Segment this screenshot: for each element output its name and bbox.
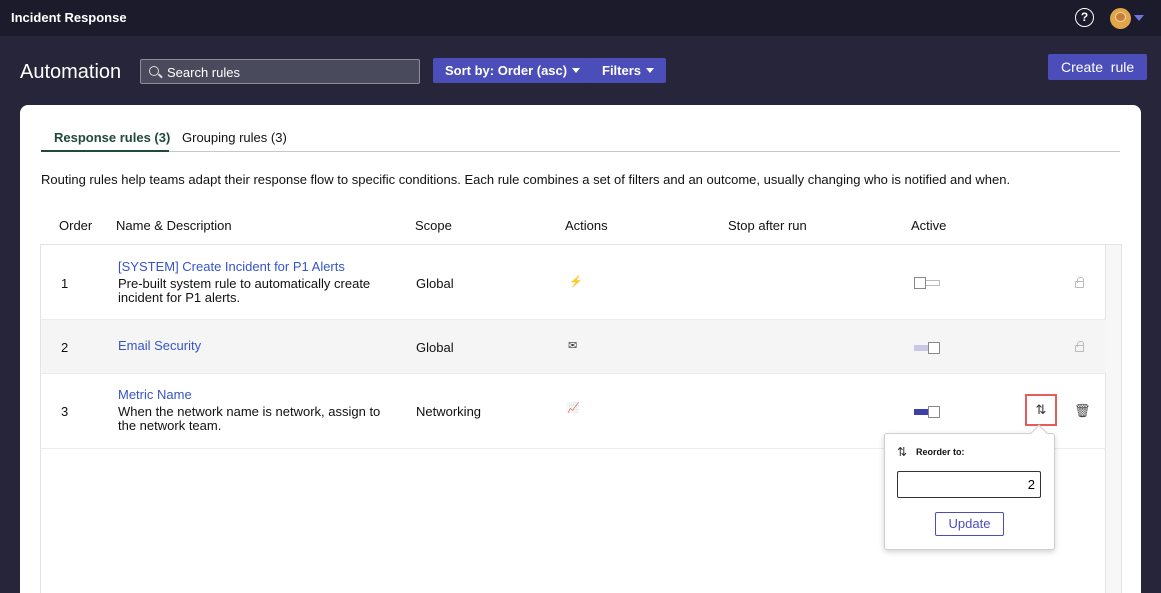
- chevron-down-icon: [572, 68, 581, 73]
- column-header-actions: Actions: [565, 218, 608, 233]
- active-toggle[interactable]: [914, 406, 940, 418]
- avatar-face-icon: [1115, 12, 1126, 22]
- active-toggle[interactable]: [914, 342, 940, 354]
- column-header-stop-after-run: Stop after run: [728, 218, 807, 233]
- page-header: Automation Sort by: Order (asc) Filters …: [0, 36, 1161, 106]
- lock-icon: [1075, 341, 1084, 352]
- rule-description: Pre-built system rule to automatically c…: [118, 276, 371, 305]
- rules-description: Routing rules help teams adapt their res…: [41, 172, 1011, 187]
- rule-order: 2: [61, 340, 69, 355]
- app-title: Incident Response: [11, 10, 127, 25]
- avatar[interactable]: [1110, 8, 1131, 29]
- reorder-icon: ⇅: [1035, 402, 1047, 417]
- active-tab-indicator: [41, 150, 169, 152]
- toggle-knob: [914, 277, 926, 289]
- trash-icon[interactable]: 🗑: [1074, 403, 1091, 419]
- chevron-down-icon: [646, 68, 655, 73]
- table-scrollbar[interactable]: [1105, 245, 1121, 593]
- rule-scope: Networking: [416, 404, 482, 419]
- reorder-popover: ⇅ Reorder to: Update: [884, 424, 1055, 550]
- sort-button-label: Sort by: Order (asc): [445, 63, 568, 78]
- table-row: 1 [SYSTEM] Create Incident for P1 Alerts…: [41, 245, 1106, 320]
- chevron-down-icon[interactable]: [1134, 15, 1144, 21]
- rule-scope: Global: [416, 340, 454, 355]
- rule-description: When the network name is network, assign…: [118, 404, 381, 433]
- search-input[interactable]: [167, 64, 407, 80]
- column-header-scope: Scope: [415, 218, 452, 233]
- search-icon: [149, 66, 159, 76]
- create-rule-button[interactable]: Create rule: [1048, 54, 1148, 80]
- rule-order: 1: [61, 276, 69, 291]
- column-header-active: Active: [911, 218, 947, 233]
- tab-response-rules[interactable]: Response rules (3): [54, 130, 170, 145]
- rule-scope: Global: [416, 276, 454, 291]
- active-toggle[interactable]: [914, 277, 940, 289]
- mail-icon: ✉: [568, 340, 578, 352]
- rule-order: 3: [61, 404, 69, 419]
- page-title: Automation: [20, 61, 122, 83]
- popover-title: Reorder to:: [916, 447, 965, 457]
- update-button[interactable]: Update: [935, 512, 1004, 536]
- search-box[interactable]: [140, 59, 420, 84]
- chart-icon: 📈: [567, 403, 580, 414]
- toggle-knob: [928, 406, 940, 418]
- table-row: 2 Email Security Global ✉: [41, 320, 1106, 374]
- lock-icon: [1075, 277, 1084, 288]
- reorder-icon: ⇅: [897, 445, 908, 459]
- top-bar: Incident Response ?: [0, 0, 1161, 36]
- tab-grouping-rules[interactable]: Grouping rules (3): [182, 130, 287, 145]
- column-header-order: Order: [59, 218, 93, 233]
- filters-button-label: Filters: [602, 63, 642, 78]
- rule-name-link[interactable]: Metric Name: [118, 387, 192, 402]
- reorder-button[interactable]: ⇅: [1025, 394, 1057, 426]
- reorder-input[interactable]: [897, 471, 1041, 498]
- column-header-name: Name & Description: [116, 218, 232, 233]
- tab-bar: Response rules (3) Grouping rules (3): [41, 128, 1120, 152]
- rule-name-link[interactable]: [SYSTEM] Create Incident for P1 Alerts: [118, 259, 345, 274]
- filters-button[interactable]: Filters: [590, 58, 667, 83]
- toggle-knob: [928, 342, 940, 354]
- rule-name-link[interactable]: Email Security: [118, 338, 201, 353]
- help-icon[interactable]: ?: [1075, 8, 1094, 27]
- sort-button[interactable]: Sort by: Order (asc): [433, 58, 593, 83]
- bolt-icon: ⚡: [569, 276, 583, 288]
